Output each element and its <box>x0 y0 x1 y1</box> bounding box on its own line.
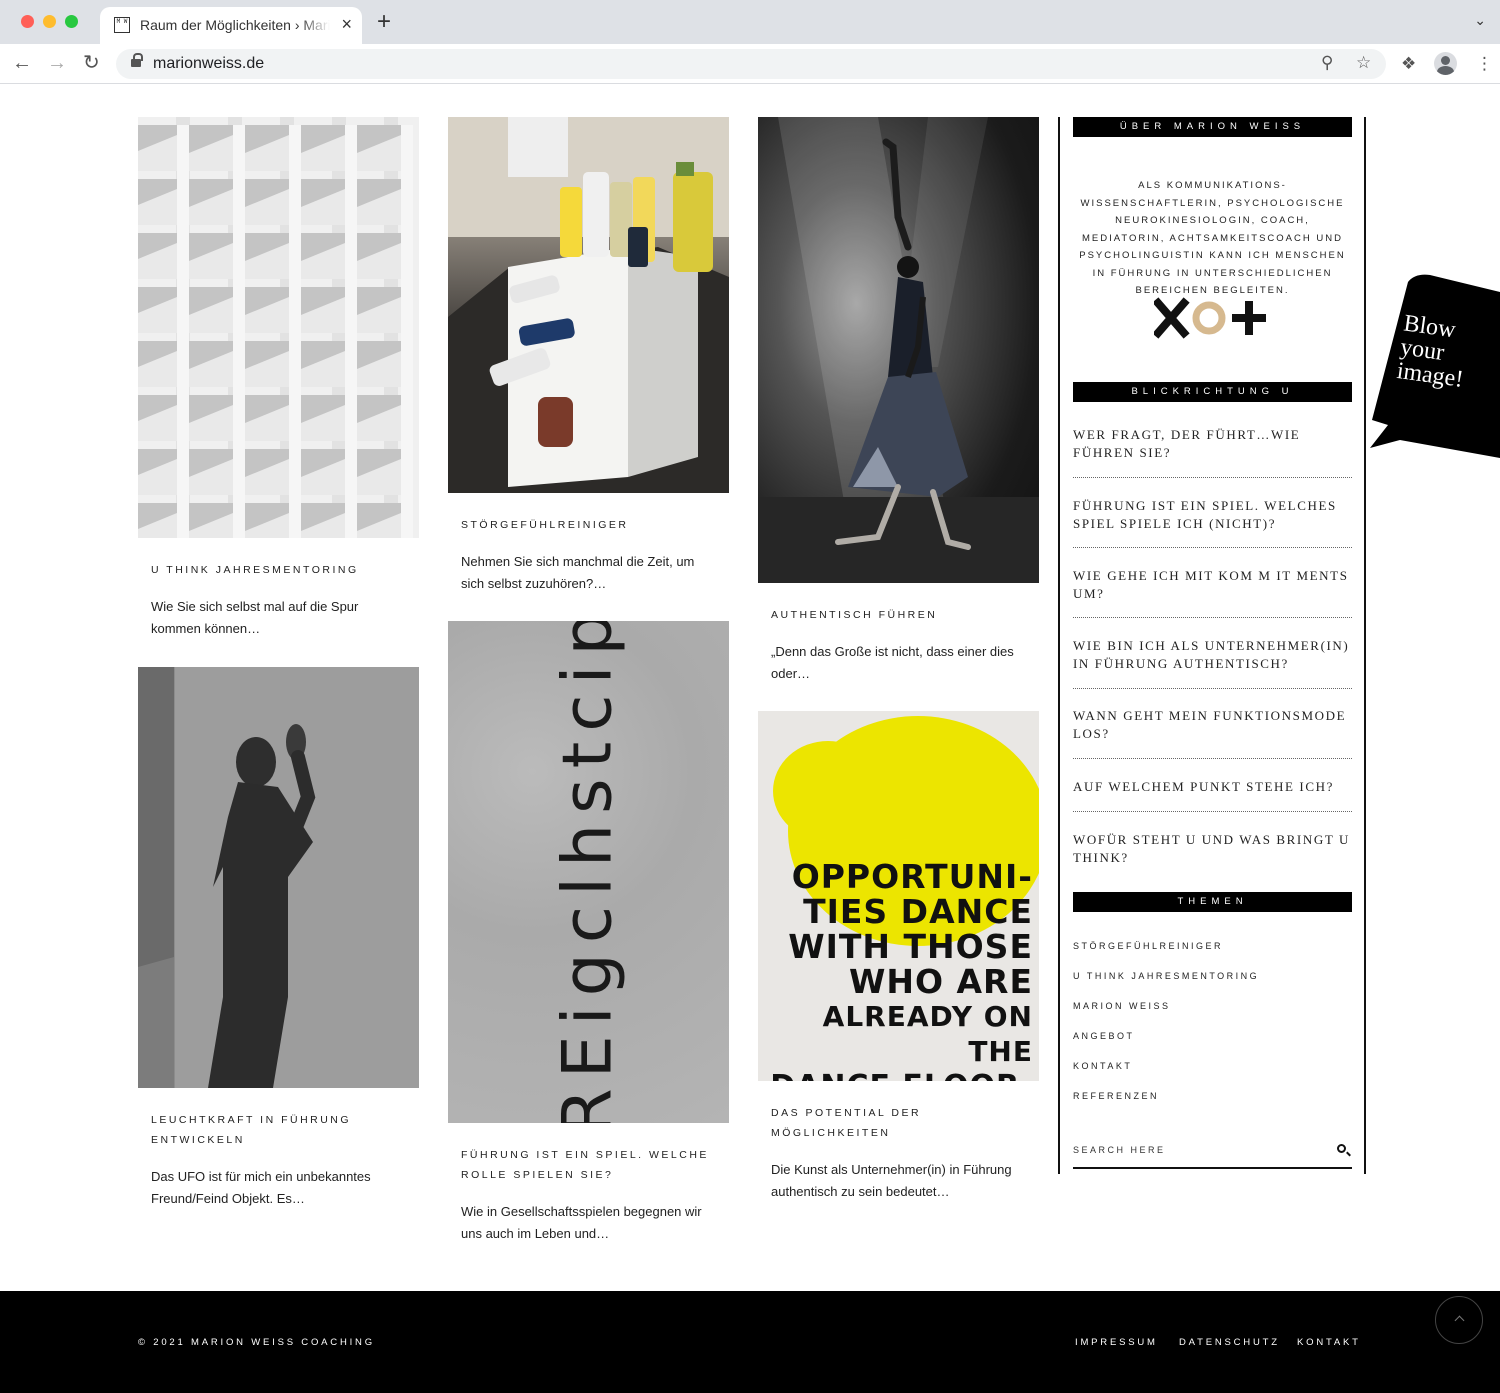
divider <box>1073 758 1352 759</box>
url-text: marionweiss.de <box>153 55 265 72</box>
about-heading: Über Marion Weiss <box>1073 117 1352 137</box>
post-category[interactable]: Authentisch führen <box>771 605 1026 625</box>
post-category[interactable]: Leuchtkraft in Führung entwickeln <box>151 1110 406 1150</box>
post-image-letters[interactable]: REigclhstcipg <box>448 621 729 1123</box>
post-category[interactable]: Führung ist ein Spiel. Welche Rolle spie… <box>461 1145 716 1185</box>
poster-line: WHO ARE <box>848 962 1033 1001</box>
footer-link-impressum[interactable]: Impressum <box>1075 1337 1158 1348</box>
zoom-icon[interactable]: ⚲ <box>1321 53 1333 73</box>
sidebar-question-link[interactable]: Wofür steht U und was bringt U think? <box>1073 831 1352 866</box>
shadow-graphic <box>138 667 316 1088</box>
search-icon[interactable] <box>1337 1144 1346 1153</box>
post-card[interactable]: OPPORTUNI- TIES DANCE WITH THOSE WHO ARE… <box>758 711 1039 1203</box>
footer-link-datenschutz[interactable]: Datenschutz <box>1179 1337 1280 1348</box>
poster-line: TIES DANCE <box>803 892 1033 931</box>
post-image-shadow[interactable] <box>138 667 419 1088</box>
dancer-graphic <box>758 117 1039 583</box>
post-category[interactable]: Das Potential der Möglichkeiten <box>771 1103 1026 1143</box>
close-tab-icon[interactable]: × <box>341 14 352 34</box>
sidebar: Über Marion Weiss Als Kommunikations- Wi… <box>1058 117 1366 1174</box>
favicon-icon: M W <box>114 17 130 33</box>
site-footer: © 2021 Marion Weiss Coaching Impressum D… <box>0 1291 1500 1393</box>
tab-search-chevron-icon[interactable]: ⌄ <box>1474 12 1486 29</box>
post-excerpt: Wie Sie sich selbst mal auf die Spur kom… <box>151 599 359 636</box>
new-tab-button[interactable]: + <box>377 10 391 34</box>
back-icon[interactable]: ← <box>12 52 32 74</box>
sidebar-question-link[interactable]: Wer fragt, der führt…wie führen Sie? <box>1073 426 1352 461</box>
minimize-window-button[interactable] <box>43 15 56 28</box>
post-card[interactable]: Authentisch führen „Denn das Große ist n… <box>758 117 1039 685</box>
post-card[interactable]: U Think Jahresmentoring Wie Sie sich sel… <box>138 117 419 640</box>
bookmark-star-icon[interactable]: ☆ <box>1356 53 1371 73</box>
sidebar-question-link[interactable]: Führung ist ein Spiel. Welches Spiel spi… <box>1073 497 1352 532</box>
post-excerpt: Nehmen Sie sich manchmal die Zeit, um si… <box>461 554 695 591</box>
post-card[interactable]: Störgefühlreiniger Nehmen Sie sich manch… <box>448 117 729 595</box>
themen-link[interactable]: U Think Jahresmentoring <box>1073 971 1259 981</box>
post-excerpt: Wie in Gesellschaftsspielen begegnen wir… <box>461 1204 702 1241</box>
extensions-icon[interactable]: ❖ <box>1401 54 1416 74</box>
poster-text: OPPORTUNI- TIES DANCE WITH THOSE WHO ARE… <box>758 859 1033 1081</box>
divider <box>1073 477 1352 478</box>
scroll-to-top-button[interactable] <box>1435 1296 1483 1344</box>
browser-tabstrip: M W Raum der Möglichkeiten › Marion Weis… <box>0 0 1500 44</box>
poster-line: OPPORTUNI- <box>791 857 1033 896</box>
post-image-dancer[interactable] <box>758 117 1039 583</box>
divider <box>1073 547 1352 548</box>
search-form <box>1073 1137 1352 1169</box>
profile-avatar[interactable] <box>1434 52 1457 75</box>
tab-title: Raum der Möglichkeiten › Marion Weiss <box>140 17 330 33</box>
gallery-graphic <box>448 117 729 493</box>
themen-link[interactable]: Angebot <box>1073 1031 1135 1041</box>
themen-link[interactable]: Marion Weiss <box>1073 1001 1171 1011</box>
post-card[interactable]: Leuchtkraft in Führung entwickeln Das UF… <box>138 667 419 1210</box>
footer-link-kontakt[interactable]: Kontakt <box>1297 1337 1361 1348</box>
letters-image-text: REigclhstcipg <box>548 621 628 1123</box>
sidebar-question-link[interactable]: Auf welchem Punkt stehe ich? <box>1073 778 1352 796</box>
post-image-architecture[interactable] <box>138 117 419 538</box>
search-input[interactable] <box>1073 1145 1313 1155</box>
post-card[interactable]: REigclhstcipg Führung ist ein Spiel. Wel… <box>448 621 729 1245</box>
close-window-button[interactable] <box>21 15 34 28</box>
browser-tab[interactable]: M W Raum der Möglichkeiten › Marion Weis… <box>100 7 362 44</box>
browser-menu-icon[interactable]: ⋮ <box>1476 54 1493 74</box>
sidebar-question-link[interactable]: Wann geht mein Funktionsmode los? <box>1073 707 1352 742</box>
poster-line: DANCE FLOOR. <box>758 1069 1033 1081</box>
forward-icon[interactable]: → <box>47 52 67 74</box>
divider <box>1073 617 1352 618</box>
post-excerpt: Die Kunst als Unternehmer(in) in Führung… <box>771 1162 1012 1199</box>
poster-line: ALREADY ON THE <box>822 1000 1033 1068</box>
reload-icon[interactable]: ↻ <box>83 52 100 74</box>
browser-toolbar: ← → ↻ marionweiss.de ⚲ ☆ ❖ ⋮ <box>0 44 1500 84</box>
x-o-plus-logo-icon <box>1154 297 1266 339</box>
themen-link[interactable]: Störgefühlreiniger <box>1073 941 1223 951</box>
post-category[interactable]: Störgefühlreiniger <box>461 515 716 535</box>
facade-graphic <box>138 125 413 538</box>
lock-icon <box>131 53 143 69</box>
badge-text[interactable]: Blow your image! <box>1395 310 1500 396</box>
sidebar-question-link[interactable]: Wie gehe ich mit Kom m it ments um? <box>1073 567 1352 602</box>
post-excerpt: „Denn das Große ist nicht, dass einer di… <box>771 644 1014 681</box>
post-image-opportunities[interactable]: OPPORTUNI- TIES DANCE WITH THOSE WHO ARE… <box>758 711 1039 1081</box>
blickrichtung-heading: Blickrichtung U <box>1073 382 1352 402</box>
poster-line: WITH THOSE <box>788 927 1033 966</box>
divider <box>1073 811 1352 812</box>
themen-link[interactable]: Kontakt <box>1073 1061 1132 1071</box>
maximize-window-button[interactable] <box>65 15 78 28</box>
themen-heading: Themen <box>1073 892 1352 912</box>
copyright-text: © 2021 Marion Weiss Coaching <box>138 1337 375 1348</box>
address-bar[interactable]: marionweiss.de ⚲ ☆ <box>116 49 1386 79</box>
post-excerpt: Das UFO ist für mich ein unbekanntes Fre… <box>151 1169 371 1206</box>
themen-link[interactable]: Referenzen <box>1073 1091 1159 1101</box>
post-category[interactable]: U Think Jahresmentoring <box>151 560 406 580</box>
about-text: Als Kommunikations- Wissenschaftlerin, p… <box>1079 180 1346 296</box>
sidebar-question-link[interactable]: Wie bin ich als Unternehmer(in) in Führu… <box>1073 637 1352 672</box>
post-image-gallery[interactable] <box>448 117 729 493</box>
divider <box>1073 688 1352 689</box>
